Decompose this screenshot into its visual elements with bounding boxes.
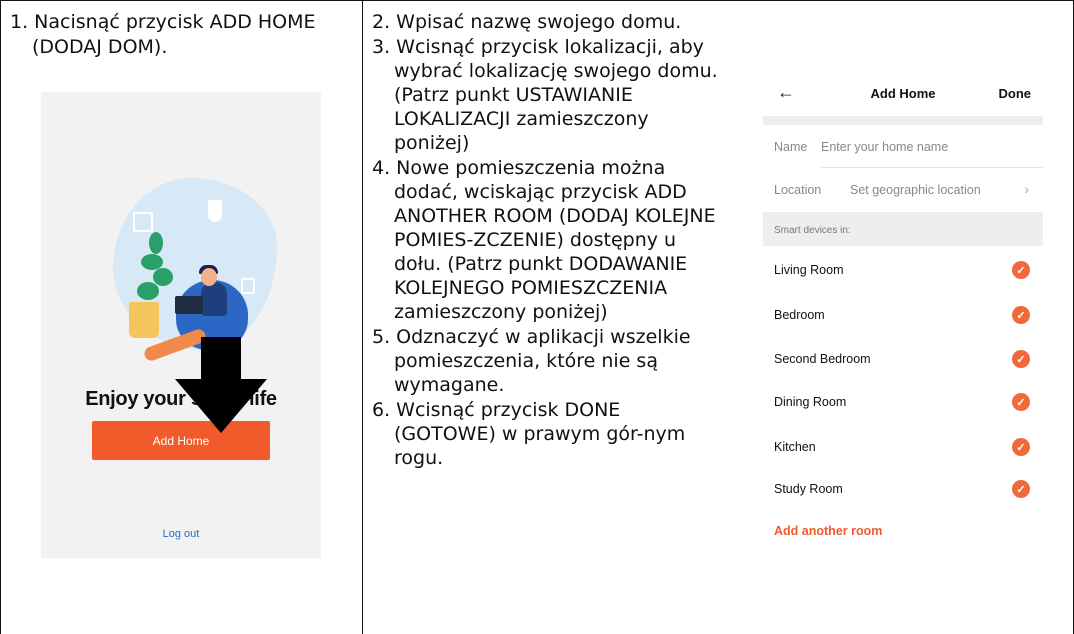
checkmark-icon[interactable]: ✓ [1012, 350, 1030, 368]
phone-screenshot-welcome: Enjoy your smart life Add Home Log out [41, 92, 321, 558]
table-divider-mid [362, 0, 363, 634]
checkmark-icon[interactable]: ✓ [1012, 261, 1030, 279]
room-item-label: Bedroom [774, 308, 825, 322]
plant-leaf-icon [149, 232, 163, 254]
room-item-label: Second Bedroom [774, 352, 871, 366]
name-label: Name [774, 140, 808, 154]
person-head [201, 268, 217, 286]
location-label: Location [774, 183, 822, 197]
instructions-column-1: 1. Nacisnąć przycisk ADD HOME (DODAJ DOM… [10, 10, 355, 60]
wall-frame-icon [133, 212, 153, 232]
room-item-label: Dining Room [774, 395, 847, 409]
checkmark-icon[interactable]: ✓ [1012, 393, 1030, 411]
table-top-border [0, 0, 1074, 1]
instructions-column-2: 2. Wpisać nazwę swojego domu. 3. Wcisnąć… [372, 10, 727, 470]
step-4: 4. Nowe pomieszczenia można dodać, wcisk… [372, 157, 716, 323]
lamp-icon [208, 200, 222, 222]
plant-leaf-icon [153, 268, 173, 286]
step-3: 3. Wcisnąć przycisk lokalizacji, aby wyb… [372, 36, 718, 154]
done-button[interactable]: Done [999, 86, 1032, 101]
arrow-down-icon [175, 337, 267, 433]
step-2: 2. Wpisać nazwę swojego domu. [372, 11, 682, 33]
phone-screenshot-add-home: ← Add Home Done Name Enter your home nam… [763, 72, 1043, 562]
person-icon [201, 282, 227, 316]
wall-frame-icon [241, 278, 255, 294]
step-1: 1. Nacisnąć przycisk ADD HOME (DODAJ DOM… [10, 11, 316, 58]
room-item-label: Living Room [774, 263, 844, 277]
nav-bar: ← Add Home Done [763, 72, 1043, 116]
divider [821, 167, 1043, 168]
top-separator-band [763, 116, 1043, 125]
step-5: 5. Odznaczyć w aplikacji wszelkie pomies… [372, 326, 691, 396]
checkmark-icon[interactable]: ✓ [1012, 480, 1030, 498]
add-another-room-button[interactable]: Add another room [774, 524, 882, 538]
room-item-label: Kitchen [774, 440, 816, 454]
plant-leaf-icon [137, 282, 159, 300]
room-item-label: Study Room [774, 482, 843, 496]
chevron-right-icon[interactable]: › [1024, 181, 1029, 197]
table-divider-left [0, 0, 1, 634]
plant-pot-icon [129, 302, 159, 338]
logout-link[interactable]: Log out [41, 528, 321, 540]
home-name-field[interactable]: Enter your home name [821, 140, 948, 154]
laptop-icon [175, 296, 203, 314]
step-6: 6. Wcisnąć przycisk DONE (GOTOWE) w praw… [372, 399, 686, 469]
checkmark-icon[interactable]: ✓ [1012, 438, 1030, 456]
location-selector[interactable]: Set geographic location [850, 183, 981, 197]
checkmark-icon[interactable]: ✓ [1012, 306, 1030, 324]
section-header: Smart devices in: [774, 225, 851, 236]
